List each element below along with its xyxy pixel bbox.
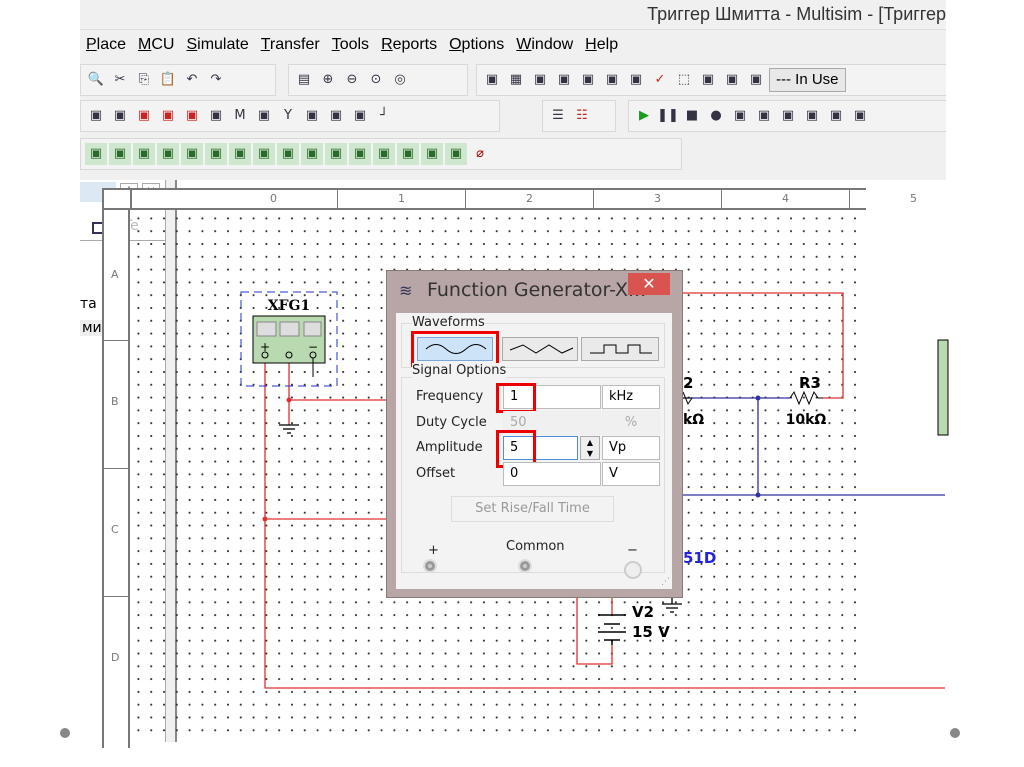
r2-label: 2 [683,374,693,392]
oscilloscope-instrument[interactable] [937,339,949,436]
v2-label: V2 [632,603,654,621]
duty-cycle-unit: % [602,411,660,435]
r3-resistor[interactable] [789,390,823,406]
r3-value: 10kΩ [786,412,827,428]
frequency-highlight [496,383,536,413]
ground-symbol [662,597,682,613]
sine-highlight [411,331,499,367]
set-rise-fall-time-button: Set Rise/Fall Time [451,496,614,522]
r2-value: kΩ [683,412,704,428]
xfg1-minus-label: − [308,340,318,354]
common-terminal-label: Common [506,539,565,554]
junction [286,397,292,403]
frequency-unit[interactable]: kHz [602,385,660,409]
common-terminal[interactable] [518,559,532,573]
frequency-label: Frequency [416,389,484,404]
slide-nav-dot-left [60,728,70,738]
amplitude-unit[interactable]: Vp [602,436,660,460]
offset-unit[interactable]: V [602,462,660,486]
v2-battery[interactable] [598,614,626,645]
opamp-label: 51D [683,549,716,567]
amplitude-label: Amplitude [416,440,483,455]
plus-terminal-label: + [428,543,439,558]
minus-terminal[interactable] [624,561,642,579]
junction [755,492,761,498]
offset-label: Offset [416,466,456,481]
dialog-title: Function Generator-X... [427,279,647,301]
square-wave-button[interactable] [581,337,659,361]
junction [755,395,761,401]
triangle-wave-button[interactable] [502,337,578,361]
offset-input[interactable]: 0 [503,462,601,486]
close-button[interactable]: ✕ [628,273,670,295]
function-generator-icon: ≋ [399,281,413,300]
ground-symbol [279,424,299,434]
v2-value: 15 V [632,623,670,641]
function-generator-dialog: ≋ Function Generator-X... ✕ Waveforms Si… [386,270,683,598]
xfg1-label: XFG1 [268,298,311,314]
amplitude-stepper[interactable]: ▲ ▼ [580,436,600,460]
r2-resistor[interactable] [682,391,693,406]
minus-terminal-label: − [627,543,638,558]
duty-cycle-label: Duty Cycle [416,415,487,430]
slide-nav-dot-right [950,728,960,738]
resize-grip-icon[interactable]: ⋰ [661,577,670,587]
junction [262,516,268,522]
plus-terminal[interactable] [423,559,437,573]
r3-label: R3 [799,374,821,392]
dialog-body: Waveforms Signal Options Frequency 1 kHz… [396,313,672,589]
waveforms-label: Waveforms [412,315,485,330]
xfg1-plus-label: + [260,340,270,354]
signal-options-label: Signal Options [412,363,507,378]
